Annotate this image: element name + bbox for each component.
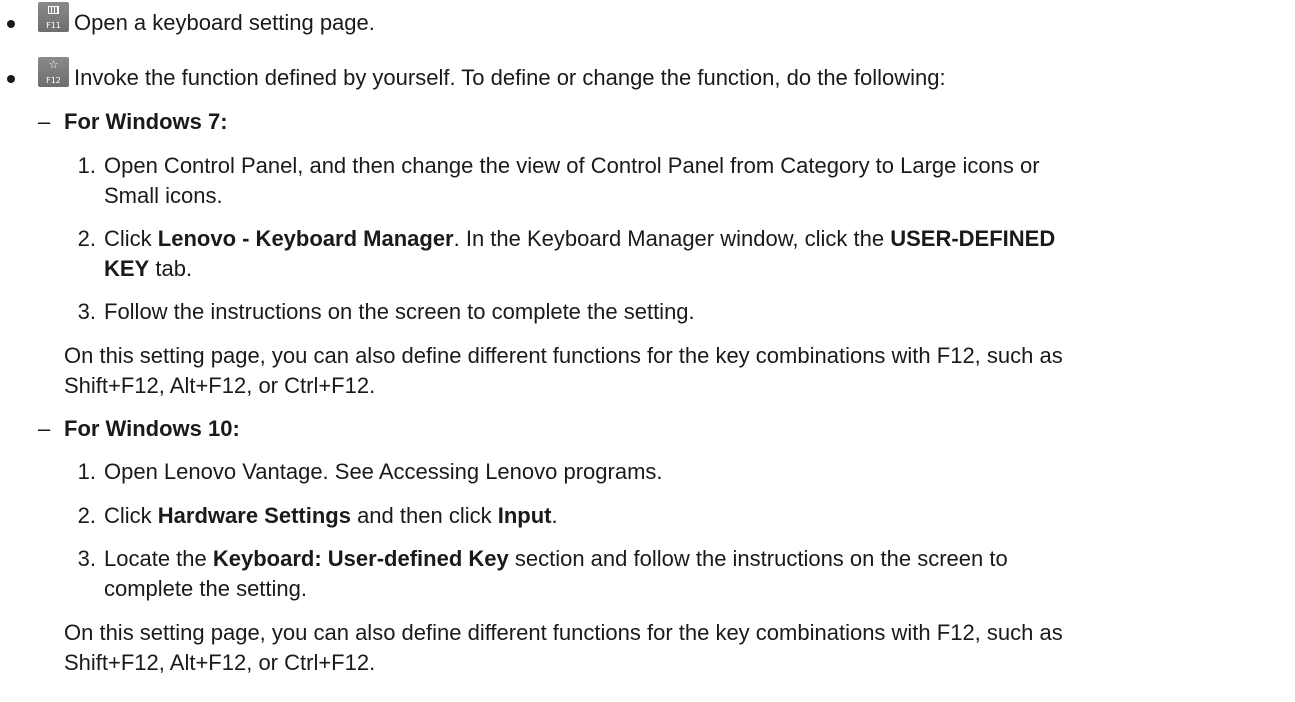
bullet bbox=[7, 75, 15, 83]
note-text: Shift+F12, Alt+F12, or Ctrl+F12. bbox=[64, 650, 376, 675]
item-text: Open a keyboard setting page. bbox=[74, 10, 375, 35]
step-number: 3. bbox=[77, 299, 96, 324]
step-text: Locate the Keyboard: User-defined Key se… bbox=[104, 546, 1008, 571]
section-heading-win7: For Windows 7: bbox=[64, 109, 228, 134]
dash-marker: – bbox=[38, 416, 51, 441]
step-text: complete the setting. bbox=[104, 576, 308, 601]
step-text: Open Control Panel, and then change the … bbox=[104, 153, 1040, 178]
step-text: Click Hardware Settings and then click I… bbox=[104, 503, 558, 528]
note-text: On this setting page, you can also defin… bbox=[64, 620, 1063, 645]
key-cap-label: F12 bbox=[46, 76, 61, 85]
item-text: Invoke the function defined by yourself.… bbox=[74, 65, 946, 90]
f11-key: F11 bbox=[38, 2, 69, 32]
step-number: 2. bbox=[77, 503, 96, 528]
step-text: Click Lenovo - Keyboard Manager. In the … bbox=[104, 226, 1056, 251]
section-heading-win10: For Windows 10: bbox=[64, 416, 240, 441]
step-number: 1. bbox=[77, 459, 96, 484]
step-number: 2. bbox=[77, 226, 96, 251]
bullet bbox=[7, 20, 15, 28]
step-text: KEY tab. bbox=[104, 256, 193, 281]
step-text: Follow the instructions on the screen to… bbox=[104, 299, 695, 324]
step-number: 1. bbox=[77, 153, 96, 178]
star-icon: ☆ bbox=[48, 59, 59, 71]
f12-key: ☆ F12 bbox=[38, 57, 69, 87]
dash-marker: – bbox=[38, 109, 51, 134]
note-text: Shift+F12, Alt+F12, or Ctrl+F12. bbox=[64, 373, 376, 398]
key-cap-label: F11 bbox=[46, 21, 61, 30]
step-text: Small icons. bbox=[104, 183, 223, 208]
step-text: Open Lenovo Vantage. See Accessing Lenov… bbox=[104, 459, 663, 484]
step-number: 3. bbox=[77, 546, 96, 571]
keyboard-icon bbox=[48, 6, 59, 14]
note-text: On this setting page, you can also defin… bbox=[64, 343, 1063, 368]
